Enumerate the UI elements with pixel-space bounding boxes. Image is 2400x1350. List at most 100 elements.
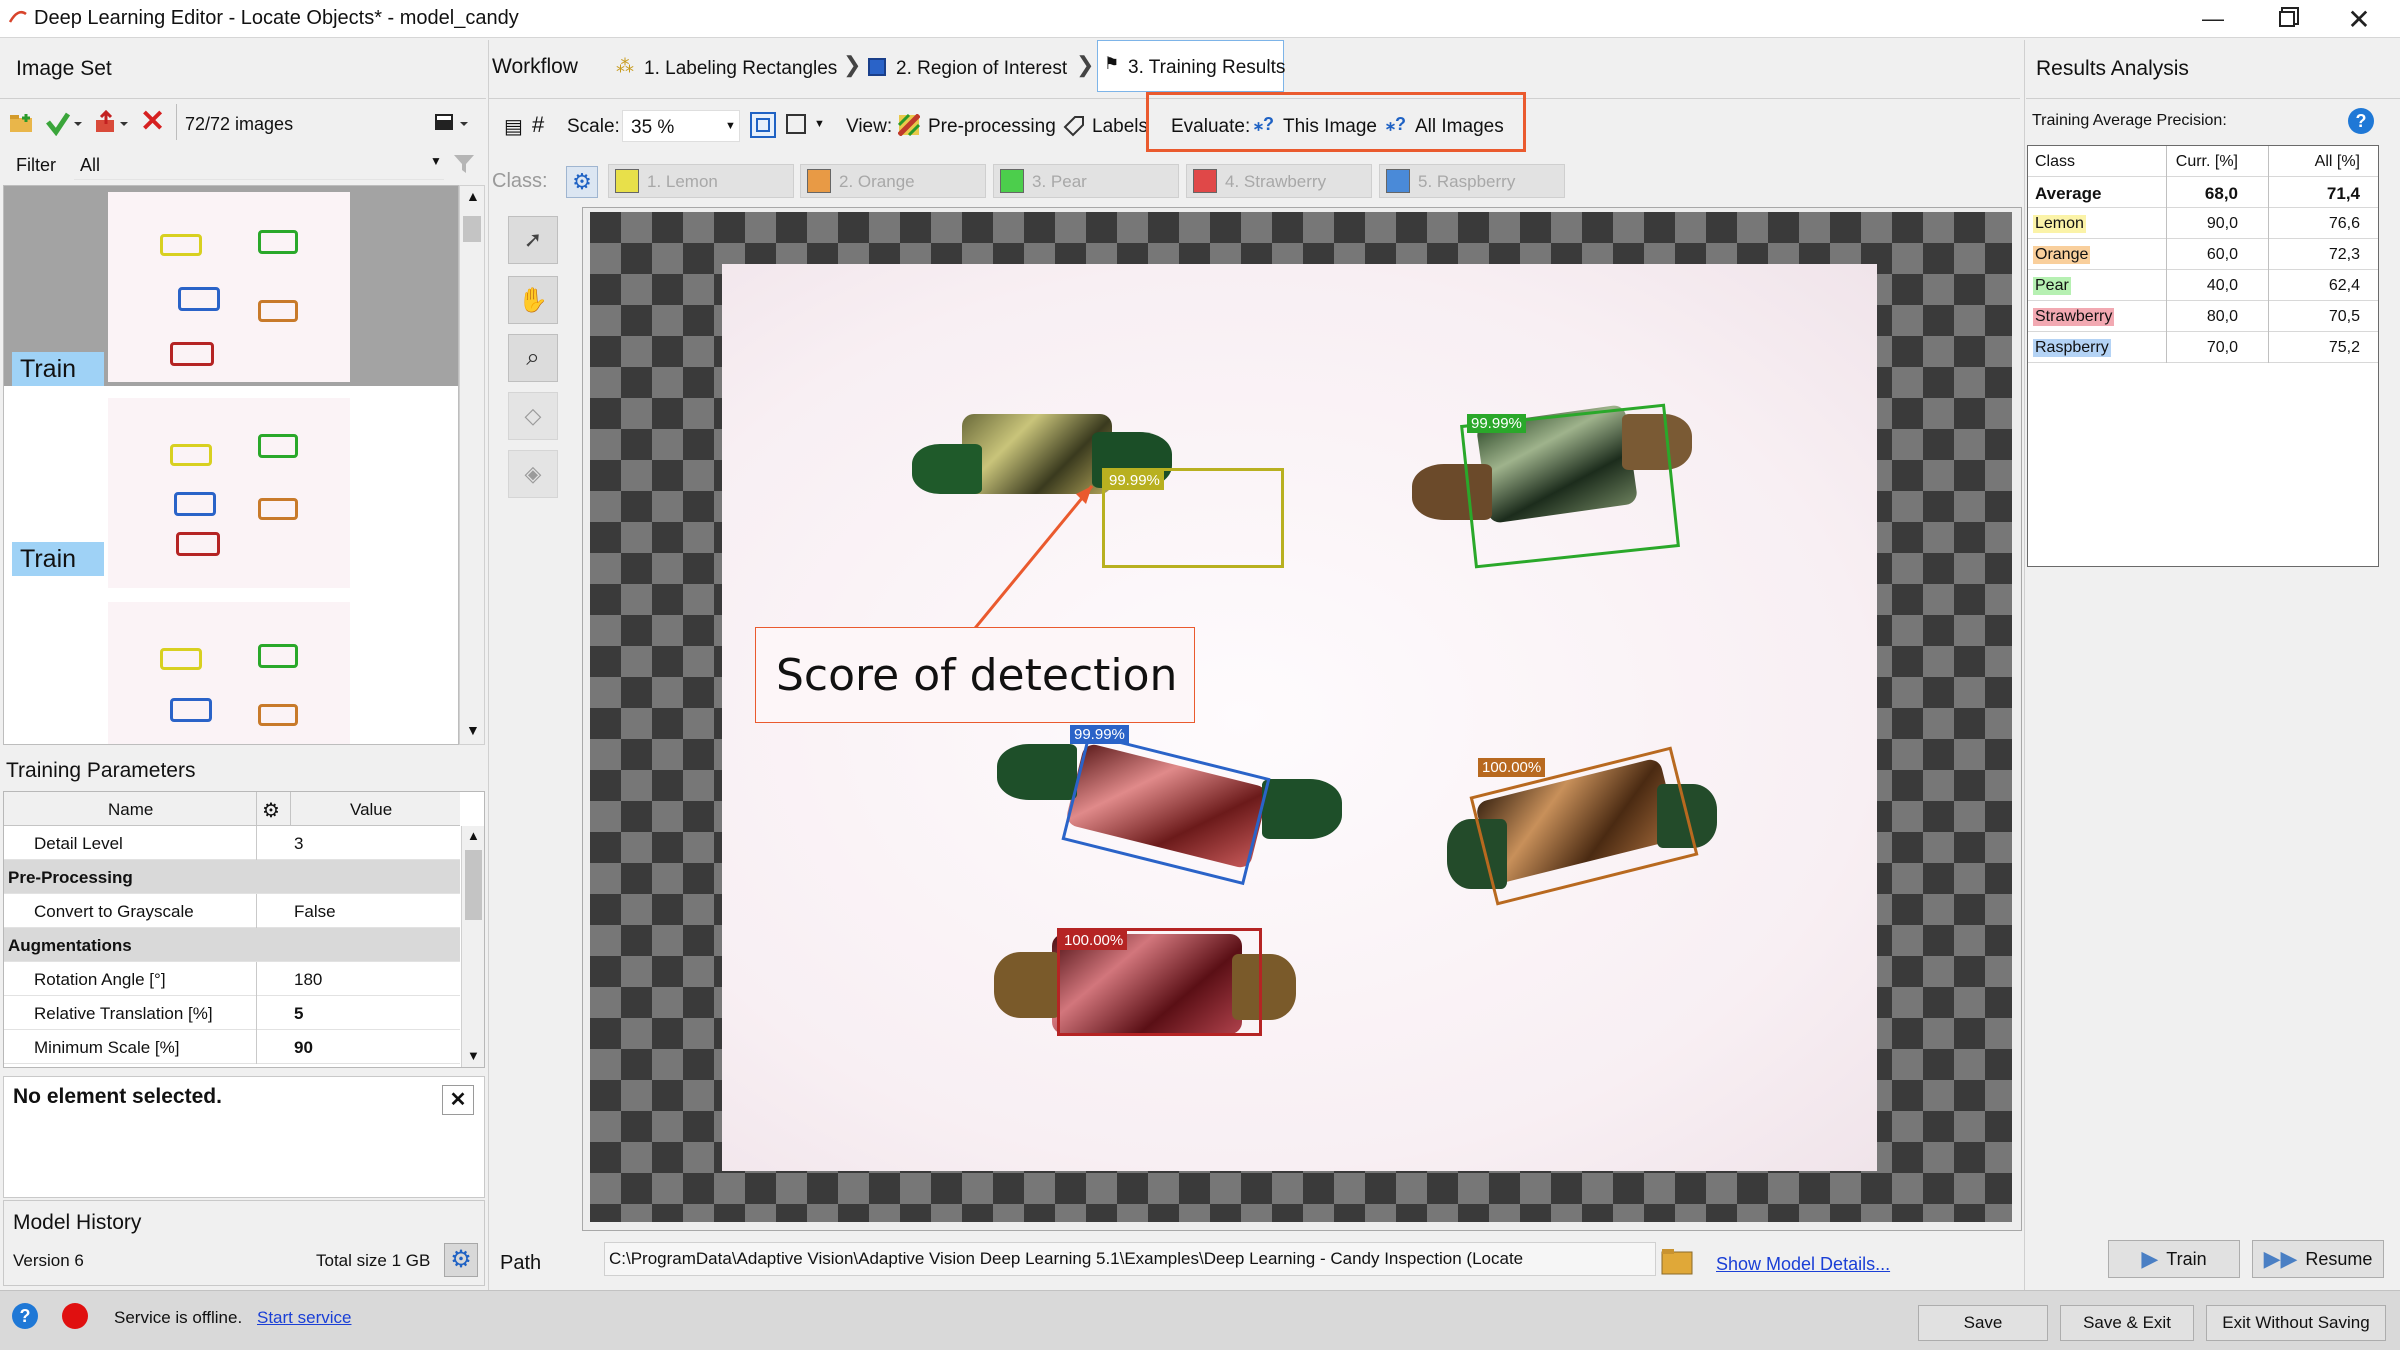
annotation-callout: Score of detection — [755, 627, 1195, 723]
filter-button[interactable] — [452, 152, 476, 176]
row-all: 76,6 — [2328, 215, 2360, 232]
workflow-step-3-active[interactable]: ⚑ 3. Training Results — [1097, 40, 1285, 92]
help-icon: ? — [19, 1306, 31, 1326]
help-button[interactable]: ? — [12, 1303, 38, 1329]
thumbnail-item[interactable] — [4, 596, 458, 744]
hand-icon: ✋ — [518, 286, 548, 314]
precision-table: Class Curr. [%] All [%] Average 68,0 71,… — [2027, 145, 2379, 567]
path-field[interactable]: C:\ProgramData\Adaptive Vision\Adaptive … — [604, 1242, 1656, 1276]
class-label: Class: — [492, 170, 548, 192]
minimize-button[interactable]: — — [2178, 0, 2248, 38]
gear-icon[interactable]: ⚙ — [262, 798, 280, 823]
class-chip-raspberry[interactable]: 5. Raspberry — [1379, 164, 1565, 198]
add-shape-icon: ◇ — [524, 403, 542, 428]
zoom-tool-button[interactable]: ⌕ — [508, 334, 558, 382]
table-row[interactable]: Average 68,0 71,4 — [2028, 177, 2378, 208]
resume-button[interactable]: ▶▶ Resume — [2252, 1240, 2384, 1278]
thumbnail-list: Train Train — [3, 185, 459, 745]
view-mode-button[interactable] — [432, 110, 472, 136]
param-row[interactable]: Relative Translation [%] 5 — [4, 996, 460, 1030]
clear-selection-button[interactable]: ✕ — [442, 1085, 474, 1115]
thumbnail-item[interactable]: Train — [4, 186, 458, 386]
roi-icon — [868, 58, 886, 76]
table-row[interactable]: Pear 40,0 62,4 — [2028, 270, 2378, 301]
select-tool-button[interactable]: ➚ — [508, 216, 558, 264]
class-color-swatch — [807, 169, 831, 193]
help-button[interactable]: ? — [2348, 108, 2374, 134]
train-badge: Train — [12, 542, 104, 576]
exit-without-saving-button[interactable]: Exit Without Saving — [2206, 1305, 2386, 1341]
table-row[interactable]: Raspberry 70,0 75,2 — [2028, 332, 2378, 363]
delete-icon: ✕ — [140, 105, 166, 138]
candy-raspberry-twist — [1262, 779, 1342, 839]
row-all: 70,5 — [2328, 308, 2360, 325]
remove-region-tool-button[interactable]: ◈ — [508, 450, 558, 498]
param-row[interactable]: Minimum Scale [%] 90 — [4, 1030, 460, 1064]
scroll-thumb[interactable] — [463, 216, 481, 242]
table-row[interactable]: Strawberry 80,0 70,5 — [2028, 301, 2378, 332]
close-window-button[interactable]: ✕ — [2324, 0, 2394, 38]
class-chip-lemon[interactable]: 1. Lemon — [608, 164, 794, 198]
params-scrollbar[interactable]: ▲ ▼ — [461, 826, 484, 1067]
pan-tool-button[interactable]: ✋ — [508, 276, 558, 324]
param-name: Rotation Angle [°] — [34, 970, 166, 989]
image-set-title: Image Set — [16, 57, 112, 80]
fit-to-window-button[interactable] — [750, 112, 776, 138]
class-color-swatch — [1193, 169, 1217, 193]
param-row[interactable]: Detail Level 3 — [4, 826, 460, 860]
param-name: Minimum Scale [%] — [34, 1038, 180, 1057]
candy-box — [258, 434, 298, 458]
image-count: 72/72 images — [185, 114, 294, 134]
save-button[interactable]: Save — [1918, 1305, 2048, 1341]
scale-value: 35 % — [631, 117, 675, 138]
param-name: Detail Level — [34, 834, 123, 853]
candy-image[interactable]: 99.99% 99.99% 99.99% 100.00% 100.00% Sco… — [722, 264, 1877, 1171]
param-row[interactable]: Convert to Grayscale False — [4, 894, 460, 928]
preview-list-icon[interactable]: ▤ — [504, 114, 523, 139]
class-name: 5. Raspberry — [1418, 172, 1516, 191]
divider — [0, 98, 486, 99]
detection-box-raspberry[interactable] — [1061, 732, 1271, 886]
class-chip-orange[interactable]: 2. Orange — [800, 164, 986, 198]
class-chip-pear[interactable]: 3. Pear — [993, 164, 1179, 198]
chevron-down-icon: ▼ — [430, 154, 442, 168]
add-images-button[interactable] — [8, 110, 38, 136]
zoom-options-button[interactable]: ▼ — [784, 112, 828, 138]
thumbnail-scrollbar[interactable]: ▲ ▼ — [459, 185, 485, 745]
export-button[interactable] — [92, 109, 132, 136]
show-model-details-link[interactable]: Show Model Details... — [1716, 1254, 1890, 1275]
row-all: 75,2 — [2328, 339, 2360, 356]
scroll-down-icon: ▼ — [467, 1048, 480, 1063]
restore-button[interactable] — [2252, 0, 2322, 38]
import-button[interactable] — [44, 110, 84, 137]
table-row[interactable]: Lemon 90,0 76,6 — [2028, 208, 2378, 239]
start-service-link[interactable]: Start service — [257, 1308, 351, 1328]
class-name: 1. Lemon — [647, 172, 718, 191]
resume-label: Resume — [2305, 1248, 2373, 1269]
play-icon: ▶ — [2141, 1246, 2159, 1271]
scroll-thumb[interactable] — [465, 850, 482, 920]
divider — [2024, 40, 2025, 1290]
model-settings-button[interactable]: ⚙ — [444, 1243, 478, 1277]
class-chip-strawberry[interactable]: 4. Strawberry — [1186, 164, 1372, 198]
param-group[interactable]: Pre-Processing — [4, 860, 460, 894]
class-name: 3. Pear — [1032, 172, 1087, 191]
row-class: Orange — [2033, 246, 2091, 264]
chevron-down-icon: ▼ — [814, 118, 825, 130]
save-exit-button[interactable]: Save & Exit — [2060, 1305, 2194, 1341]
filter-select[interactable]: All ▼ — [74, 150, 444, 180]
selection-text: No element selected. — [13, 1085, 222, 1108]
browse-folder-button[interactable] — [1660, 1246, 1694, 1276]
train-button[interactable]: ▶ Train — [2108, 1240, 2240, 1278]
scale-label: Scale: — [567, 116, 620, 137]
param-group[interactable]: Augmentations — [4, 928, 460, 962]
thumbnail-item[interactable]: Train — [4, 392, 458, 592]
table-row[interactable]: Orange 60,0 72,3 — [2028, 239, 2378, 270]
delete-images-button[interactable]: ✕ — [140, 105, 168, 138]
grid-icon[interactable]: # — [532, 112, 544, 138]
scale-select[interactable]: 35 % ▼ — [622, 110, 740, 142]
param-value: 3 — [294, 834, 304, 853]
param-row[interactable]: Rotation Angle [°] 180 — [4, 962, 460, 996]
add-region-tool-button[interactable]: ◇ — [508, 392, 558, 440]
class-settings-button[interactable]: ⚙ — [566, 166, 598, 198]
